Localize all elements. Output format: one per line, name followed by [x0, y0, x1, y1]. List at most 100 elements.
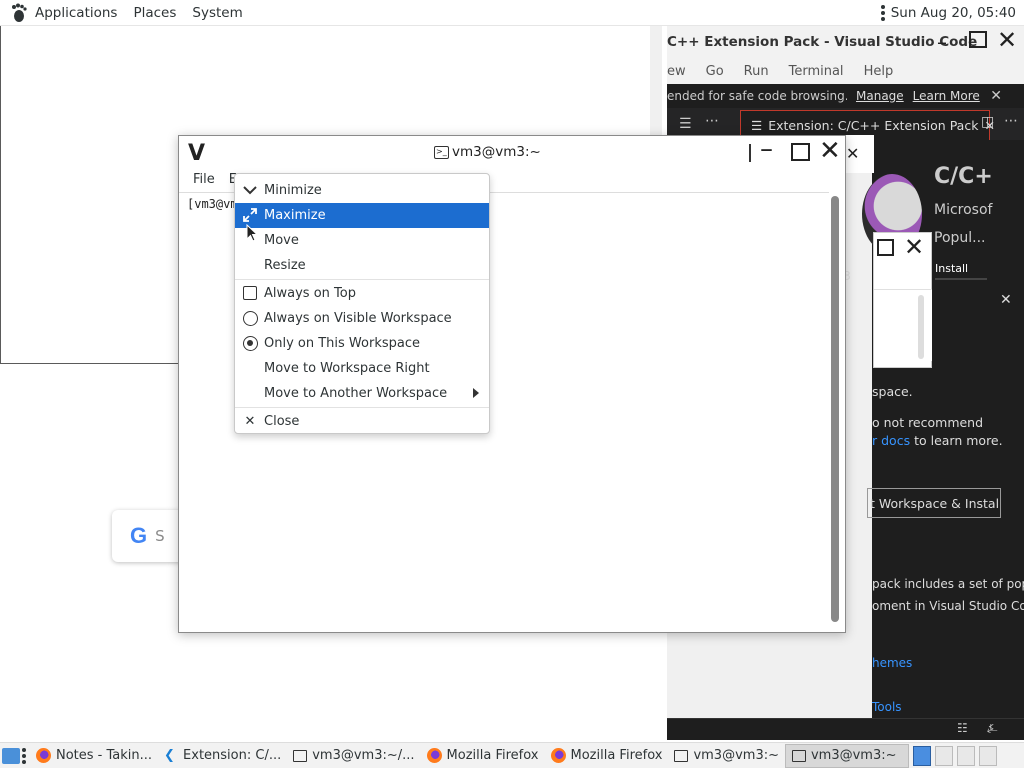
dialog-close-icon[interactable]: ✕: [904, 233, 924, 261]
menu-item-always-visible-workspace[interactable]: Always on Visible Workspace: [235, 306, 489, 331]
taskbar-item-terminal-active[interactable]: vm3@vm3:~: [784, 743, 909, 768]
applications-menu[interactable]: Applications: [35, 5, 117, 21]
checkbox-unchecked[interactable]: [243, 286, 257, 300]
split-editor-icon[interactable]: ◫: [981, 114, 994, 130]
taskbar-item-label: Notes - Takin...: [56, 748, 153, 763]
workspace-2[interactable]: [934, 745, 953, 766]
terminal-prompt: [vm3@vm: [187, 197, 238, 211]
more-actions-icon[interactable]: ⋯: [705, 113, 719, 129]
taskbar-item-firefox-2[interactable]: Mozilla Firefox: [545, 744, 669, 768]
remote-icon[interactable]: ☷: [957, 721, 968, 735]
close-icon[interactable]: ✕: [997, 26, 1017, 54]
vscode-menubar: ew Go Run Terminal Help: [667, 58, 1024, 84]
workspace-3[interactable]: [956, 745, 975, 766]
small-dialog[interactable]: ✕: [873, 232, 932, 368]
workspace-4[interactable]: [978, 745, 997, 766]
terminal-icon: [791, 749, 806, 762]
minimize-icon[interactable]: –: [937, 30, 947, 54]
places-menu[interactable]: Places: [133, 5, 176, 21]
taskbar-item-terminal-2[interactable]: vm3@vm3:~: [668, 744, 785, 768]
notifications-bell-icon[interactable]: ⍼: [987, 721, 997, 736]
workspace-1[interactable]: [912, 745, 931, 766]
close-notice-icon[interactable]: ✕: [990, 88, 1002, 104]
menu-item-minimize[interactable]: Minimize: [235, 178, 489, 203]
install-button[interactable]: Install: [935, 262, 987, 280]
firefox-icon: [426, 748, 442, 763]
menu-item-move-another-workspace[interactable]: Move to Another Workspace: [235, 381, 489, 406]
clock-area: Sun Aug 20, 05:40: [880, 0, 1016, 26]
panel-text-recommend: o not recommend: [872, 415, 984, 430]
menu-item-label: Only on This Workspace: [264, 336, 420, 351]
radio-selected[interactable]: [242, 335, 258, 351]
dialog-scrollbar[interactable]: [918, 295, 924, 359]
radio-unselected[interactable]: [242, 310, 258, 326]
clock[interactable]: Sun Aug 20, 05:40: [891, 5, 1016, 21]
menu-item-close[interactable]: ✕ Close: [235, 409, 489, 434]
taskbar-item-label: vm3@vm3:~: [810, 748, 897, 763]
menu-item-resize[interactable]: Resize: [235, 253, 489, 278]
window-menu-icon[interactable]: V: [188, 141, 205, 166]
trust-workspace-install-button[interactable]: t Workspace & Install: [867, 488, 1001, 518]
menu-item-move-workspace-right[interactable]: Move to Workspace Right: [235, 356, 489, 381]
menu-item-label: Move to Workspace Right: [264, 361, 430, 376]
menu-item-label: Close: [264, 414, 300, 429]
taskbar-item-firefox-1[interactable]: Mozilla Firefox: [421, 744, 545, 768]
menu-item-label: Always on Visible Workspace: [264, 311, 452, 326]
close-icon[interactable]: ✕: [819, 136, 841, 166]
menu-view[interactable]: ew: [667, 64, 686, 79]
menu-item-always-on-top[interactable]: Always on Top: [235, 281, 489, 306]
taskbar-handle-icon[interactable]: [22, 747, 26, 764]
terminal-icon: [674, 749, 689, 762]
vscode-titlebar[interactable]: C++ Extension Pack - Visual Studio Code …: [667, 26, 1024, 58]
checkbox-icon: [242, 285, 258, 301]
themes-link[interactable]: hemes: [872, 656, 912, 670]
taskbar: Notes - Takin... ❮ Extension: C/... vm3@…: [0, 742, 1024, 768]
terminal-icon: [293, 749, 308, 762]
show-desktop-button[interactable]: [0, 744, 22, 768]
menu-file[interactable]: File: [193, 172, 215, 192]
extension-publisher[interactable]: Microsof: [934, 202, 992, 218]
extension-popularity: Popul...: [934, 230, 986, 246]
taskbar-item-label: vm3@vm3:~/...: [312, 748, 415, 763]
learn-more-link[interactable]: Learn More: [913, 89, 980, 103]
menu-item-maximize[interactable]: Maximize: [235, 203, 489, 228]
close-panel-icon[interactable]: ✕: [1000, 292, 1012, 308]
maximize-icon[interactable]: [969, 31, 987, 48]
menu-run[interactable]: Run: [744, 64, 769, 79]
taskbar-item-label: Mozilla Firefox: [570, 748, 663, 763]
tab-label: Extension: C/C++ Extension Pack: [768, 118, 979, 133]
close-icon-partial[interactable]: ✕: [846, 144, 859, 163]
menu-go[interactable]: Go: [706, 64, 724, 79]
extension-tab-icon: ☰: [751, 118, 763, 133]
menu-item-move[interactable]: Move: [235, 228, 489, 253]
terminal-titlebar[interactable]: V >_ vm3@vm3:~ – ✕: [179, 134, 845, 172]
maximize-arrows-icon: [242, 207, 258, 223]
maximize-icon[interactable]: [791, 143, 810, 161]
scrollbar-thumb[interactable]: [831, 196, 839, 622]
terminal-icon: >_: [434, 145, 449, 159]
taskbar-item-terminal-1[interactable]: vm3@vm3:~/...: [287, 744, 420, 768]
manage-link[interactable]: Manage: [856, 89, 904, 103]
menu-help[interactable]: Help: [864, 64, 894, 79]
list-icon[interactable]: ☰: [679, 116, 692, 132]
docs-link[interactable]: r docs: [872, 433, 910, 448]
menu-separator: [235, 279, 489, 280]
radio-icon: [242, 335, 258, 351]
search-placeholder: S: [155, 527, 165, 545]
radio-icon: [242, 310, 258, 326]
system-menu[interactable]: System: [192, 5, 242, 21]
taskbar-item-label: vm3@vm3:~: [693, 748, 779, 763]
terminal-scrollbar[interactable]: [829, 192, 843, 632]
titlebar-separator: [749, 144, 751, 162]
taskbar-item-notes[interactable]: Notes - Takin...: [30, 744, 158, 768]
panel-handle-icon[interactable]: [880, 5, 885, 21]
dialog-maximize-icon[interactable]: [877, 239, 894, 256]
taskbar-item-vscode[interactable]: ❮ Extension: C/...: [158, 744, 287, 768]
editor-more-icon[interactable]: ⋯: [1004, 113, 1018, 129]
minimize-icon[interactable]: –: [760, 134, 773, 164]
tools-link[interactable]: Tools: [872, 700, 902, 714]
gnome-foot-icon[interactable]: [9, 3, 29, 23]
notice-text: ended for safe code browsing. ...: [667, 89, 847, 103]
menu-item-only-this-workspace[interactable]: Only on This Workspace: [235, 331, 489, 356]
menu-terminal[interactable]: Terminal: [789, 64, 844, 79]
